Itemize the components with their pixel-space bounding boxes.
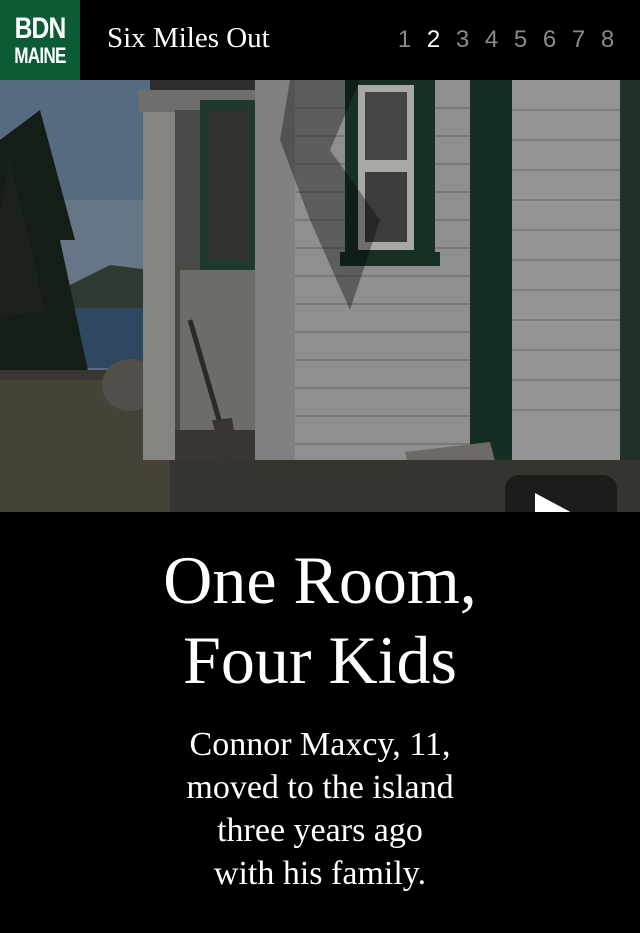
chapter-pager: 1 2 3 4 5 6 7 8 (394, 26, 618, 54)
page-link-2[interactable]: 2 (423, 26, 444, 54)
page-link-5[interactable]: 5 (510, 26, 531, 54)
series-title[interactable]: Six Miles Out (107, 22, 270, 55)
story-subtitle: Connor Maxcy, 11, moved to the island th… (0, 723, 640, 895)
story-title-line: One Room, (163, 542, 477, 618)
logo-line-maine: MAINE (14, 42, 66, 68)
story-title-line: Four Kids (183, 622, 457, 698)
top-bar: BDN MAINE Six Miles Out 1 2 3 4 5 6 7 8 (0, 0, 640, 80)
story-subtitle-line: three years ago (217, 812, 423, 849)
page-link-8[interactable]: 8 (597, 26, 618, 54)
page-link-1[interactable]: 1 (394, 26, 415, 54)
story-subtitle-line: with his family. (213, 855, 427, 892)
video-hero[interactable] (0, 80, 640, 512)
story-subtitle-line: moved to the island (186, 769, 454, 806)
story-title: One Room, Four Kids (0, 540, 640, 700)
bdn-maine-logo[interactable]: BDN MAINE (0, 0, 80, 80)
page-link-6[interactable]: 6 (539, 26, 560, 54)
play-button[interactable] (505, 475, 617, 512)
story-subtitle-line: Connor Maxcy, 11, (189, 726, 451, 763)
page-link-3[interactable]: 3 (452, 26, 473, 54)
play-icon (535, 493, 571, 512)
page-link-4[interactable]: 4 (481, 26, 502, 54)
logo-line-bdn: BDN (14, 11, 67, 45)
schoolhouse-photo (0, 80, 640, 512)
page-link-7[interactable]: 7 (568, 26, 589, 54)
